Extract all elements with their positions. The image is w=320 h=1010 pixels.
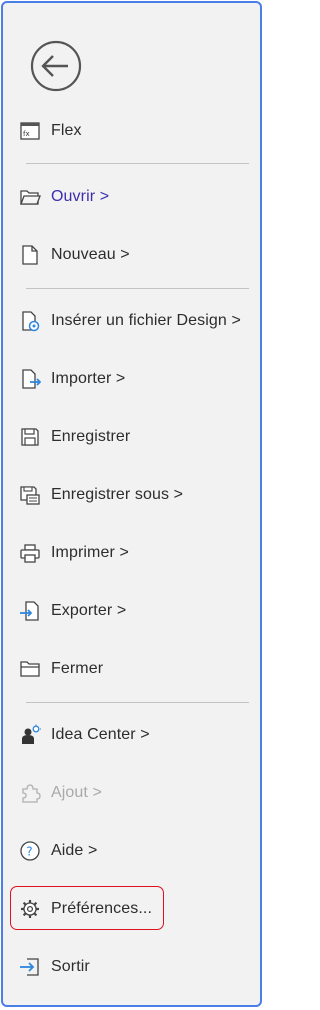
puzzle-icon [19, 782, 41, 804]
menu-item-label: Enregistrer [51, 428, 131, 445]
menu-item-label: Ajout > [51, 784, 102, 801]
menu-item-label: Nouveau > [51, 246, 130, 263]
menu-item-label: Sortir [51, 958, 90, 975]
gear-icon [19, 898, 41, 920]
menu-item-label: Fermer [51, 660, 104, 677]
menu-item-label: Préférences... [51, 900, 153, 917]
menu-divider [26, 288, 249, 289]
menu-item-label: Exporter > [51, 602, 127, 619]
menu-item-imprimer[interactable]: Imprimer > [19, 535, 129, 571]
menu-item-label: Idea Center > [51, 726, 150, 743]
menu-item-label: Aide > [51, 842, 98, 859]
menu-item-ajout: Ajout > [19, 775, 102, 811]
printer-icon [19, 542, 41, 564]
menu-item-label: Insérer un fichier Design > [51, 312, 241, 329]
folder-close-icon [19, 658, 41, 680]
menu-item-flex[interactable]: fx Flex [19, 113, 82, 149]
menu-item-label: Ouvrir > [51, 188, 110, 205]
menu-item-sortir[interactable]: Sortir [19, 949, 90, 985]
help-icon: ? [19, 840, 41, 862]
menu-item-importer[interactable]: Importer > [19, 361, 125, 397]
menu-divider [26, 163, 249, 164]
menu-item-label: Importer > [51, 370, 126, 387]
menu-item-enregistrer[interactable]: Enregistrer [19, 419, 130, 455]
menu-item-label: Imprimer > [51, 544, 129, 561]
menu-item-nouveau[interactable]: Nouveau > [19, 237, 130, 273]
exit-icon [19, 956, 41, 978]
save-as-icon [19, 484, 41, 506]
new-document-icon [19, 244, 41, 266]
file-menu-panel: fx Flex Ouvrir > Nouveau > Insérer un fi… [1, 1, 262, 1007]
menu-item-label: Enregistrer sous > [51, 486, 184, 503]
menu-divider [26, 702, 249, 703]
export-icon [19, 600, 41, 622]
menu-item-aide[interactable]: ? Aide > [19, 833, 97, 869]
import-icon [19, 368, 41, 390]
menu-item-idea-center[interactable]: Idea Center > [19, 717, 150, 753]
svg-text:fx: fx [23, 130, 30, 138]
window-icon: fx [19, 120, 41, 142]
idea-center-icon [19, 724, 41, 746]
menu-item-fermer[interactable]: Fermer [19, 651, 103, 687]
svg-text:?: ? [26, 845, 32, 859]
menu-item-label: Flex [51, 122, 82, 139]
back-arrow-icon [30, 40, 82, 92]
menu-item-ouvrir[interactable]: Ouvrir > [19, 179, 109, 215]
menu-item-enregistrer-sous[interactable]: Enregistrer sous > [19, 477, 183, 513]
folder-open-icon [19, 186, 41, 208]
menu-item-inserer-design[interactable]: Insérer un fichier Design > [19, 303, 241, 339]
insert-design-icon [19, 310, 41, 332]
menu-item-preferences[interactable]: Préférences... [19, 891, 152, 927]
back-button[interactable] [30, 40, 82, 92]
menu-item-exporter[interactable]: Exporter > [19, 593, 126, 629]
save-icon [19, 426, 41, 448]
